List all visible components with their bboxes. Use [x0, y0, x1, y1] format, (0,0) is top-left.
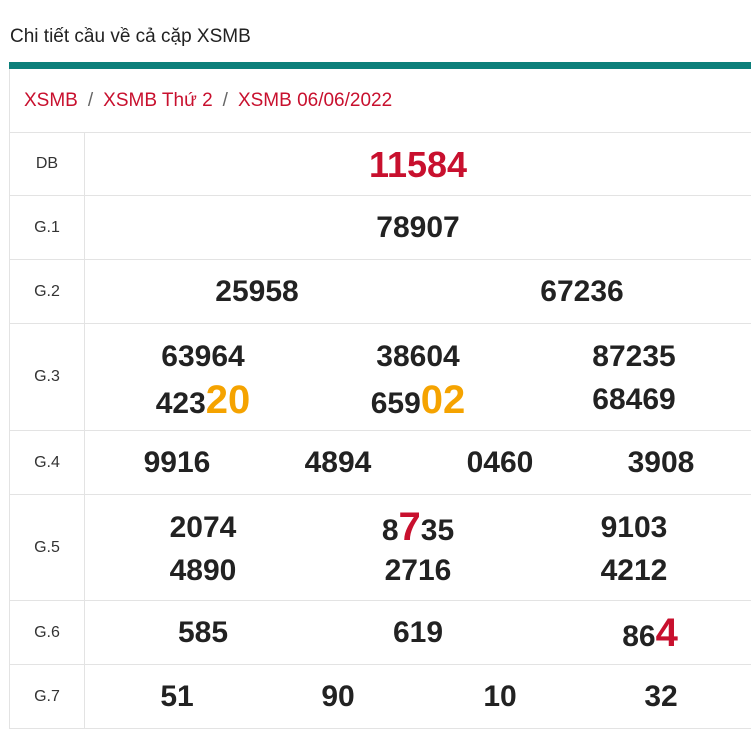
special-prize-number: 11584	[368, 144, 468, 185]
prize-label: G.4	[10, 431, 85, 494]
prize-number-highlighted: 42320	[155, 378, 251, 422]
row-g7: G.7 51 90 10 32	[10, 665, 751, 729]
prize-number: 4894	[304, 446, 372, 479]
prize-number: 78907	[376, 211, 460, 244]
highlight-digits: 20	[205, 378, 251, 422]
row-db: DB 11584	[10, 133, 751, 196]
prize-number: 4212	[600, 554, 668, 587]
prize-number: 38604	[376, 340, 460, 373]
prize-number: 63964	[161, 340, 245, 373]
highlight-digits: 02	[420, 378, 466, 422]
accent-bar	[9, 62, 751, 69]
breadcrumb-xsmb[interactable]: XSMB	[24, 90, 78, 112]
breadcrumb-separator: /	[87, 89, 94, 111]
prize-label: G.1	[10, 196, 85, 259]
prize-number: 585	[177, 616, 229, 649]
prize-number-highlighted: 65902	[370, 378, 466, 422]
prize-label: G.5	[10, 495, 85, 600]
prize-number: 0460	[466, 446, 534, 479]
breadcrumb: XSMB / XSMB Thứ 2 / XSMB 06/06/2022	[10, 69, 751, 133]
prize-label: G.7	[10, 665, 85, 728]
prize-number: 32	[644, 680, 678, 713]
prize-label: G.3	[10, 324, 85, 430]
highlight-digits: 4	[655, 611, 678, 655]
row-g6: G.6 585 619 864	[10, 601, 751, 665]
page-title: Chi tiết cầu về cả cặp XSMB	[10, 26, 251, 47]
prize-number-highlighted: 864	[622, 611, 678, 655]
prize-number: 51	[160, 680, 194, 713]
results-panel: XSMB / XSMB Thứ 2 / XSMB 06/06/2022 DB 1…	[9, 69, 751, 729]
prize-number: 90	[321, 680, 355, 713]
row-g3: G.3 63964 38604 87235 42320 65902 68469	[10, 324, 751, 431]
prize-label: G.6	[10, 601, 85, 664]
row-g5: G.5 2074 8735 9103 4890 2716 4212	[10, 495, 751, 601]
breadcrumb-separator: /	[222, 89, 228, 111]
breadcrumb-xsmb-thu2[interactable]: XSMB Thứ 2	[103, 90, 213, 112]
row-g2: G.2 25958 67236	[10, 260, 751, 324]
prize-number: 3908	[627, 446, 695, 479]
row-g1: G.1 78907	[10, 196, 751, 260]
breadcrumb-date[interactable]: XSMB 06/06/2022	[238, 90, 392, 112]
prize-number: 9916	[143, 446, 211, 479]
row-g4: G.4 9916 4894 0460 3908	[10, 431, 751, 495]
prize-number: 25958	[215, 275, 299, 308]
prize-number: 67236	[540, 275, 624, 308]
prize-number-highlighted: 8735	[381, 505, 455, 549]
prize-number: 68469	[592, 383, 676, 416]
prize-number: 2716	[384, 554, 452, 587]
prize-number: 10	[483, 680, 517, 713]
prize-number: 87235	[592, 340, 676, 373]
prize-label: DB	[10, 133, 85, 195]
prize-number: 2074	[169, 511, 237, 544]
prize-number: 9103	[600, 511, 668, 544]
prize-number: 4890	[169, 554, 237, 587]
highlight-digits: 7	[398, 505, 421, 549]
prize-number: 619	[392, 616, 444, 649]
prize-label: G.2	[10, 260, 85, 323]
